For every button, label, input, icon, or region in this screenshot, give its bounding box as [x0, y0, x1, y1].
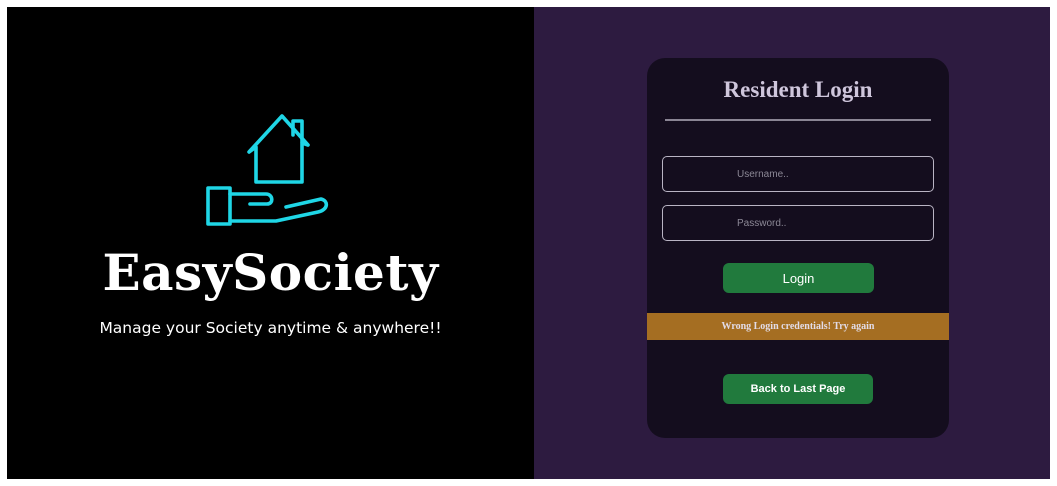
password-input[interactable] — [662, 205, 934, 241]
error-banner: Wrong Login credentials! Try again — [647, 313, 949, 340]
login-button[interactable]: Login — [723, 263, 874, 293]
login-card: Resident Login Login Wrong Login credent… — [647, 58, 949, 438]
brand-tagline: Manage your Society anytime & anywhere!! — [99, 319, 442, 337]
brand-panel: EasySociety Manage your Society anytime … — [7, 7, 534, 479]
brand-title: EasySociety — [102, 243, 439, 302]
house-in-hand-icon — [206, 114, 329, 226]
login-title: Resident Login — [723, 77, 873, 102]
title-divider — [665, 119, 931, 121]
login-panel: Resident Login Login Wrong Login credent… — [534, 7, 1050, 479]
back-button[interactable]: Back to Last Page — [723, 374, 873, 404]
username-input[interactable] — [662, 156, 934, 192]
app-frame: EasySociety Manage your Society anytime … — [7, 7, 1050, 479]
